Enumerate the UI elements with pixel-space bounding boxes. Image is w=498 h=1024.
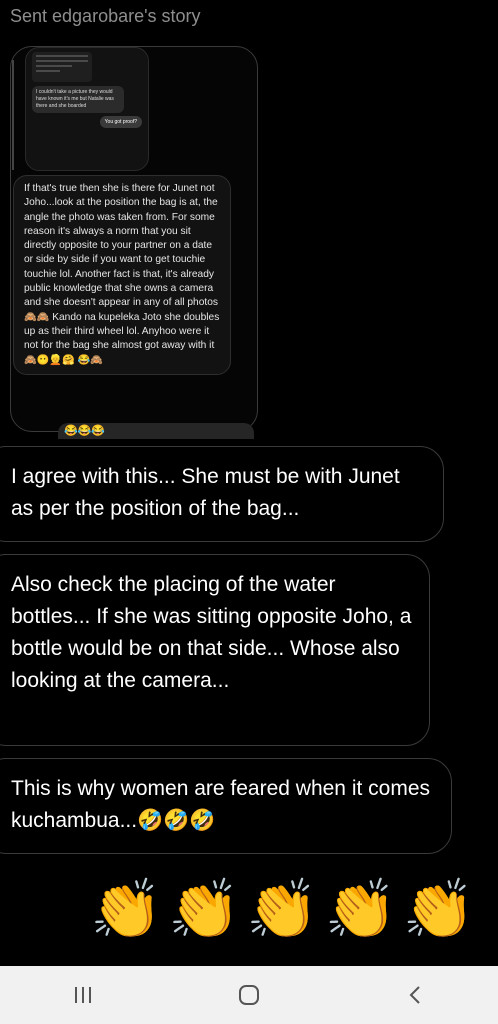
story-thumb-reply: You got proof? bbox=[99, 116, 142, 128]
home-button[interactable] bbox=[219, 975, 279, 1015]
system-navigation-bar bbox=[0, 966, 498, 1024]
recent-apps-icon bbox=[75, 987, 91, 1003]
shared-story-card[interactable]: I couldn't take a picture they would hav… bbox=[10, 46, 258, 432]
message-bubble[interactable]: I agree with this... She must be with Ju… bbox=[0, 446, 444, 542]
conversation-header: Sent edgarobare's story bbox=[10, 6, 201, 26]
back-icon bbox=[409, 986, 420, 1004]
story-thumb-message: I couldn't take a picture they would hav… bbox=[32, 86, 124, 113]
reaction-preview[interactable]: 😂😂😂 bbox=[58, 423, 254, 439]
clapping-hands-emoji-message[interactable]: 👏👏👏👏👏 bbox=[90, 870, 498, 958]
story-thumbnail[interactable]: I couldn't take a picture they would hav… bbox=[25, 47, 149, 171]
back-button[interactable] bbox=[385, 975, 445, 1015]
recent-apps-button[interactable] bbox=[53, 975, 113, 1015]
home-icon bbox=[239, 985, 259, 1005]
story-reply-message: If that's true then she is there for Jun… bbox=[13, 175, 231, 375]
message-bubble[interactable]: Also check the placing of the water bott… bbox=[0, 554, 430, 746]
message-bubble[interactable]: This is why women are feared when it com… bbox=[0, 758, 452, 854]
scroll-indicator bbox=[12, 60, 14, 170]
story-preview-image bbox=[32, 52, 92, 82]
